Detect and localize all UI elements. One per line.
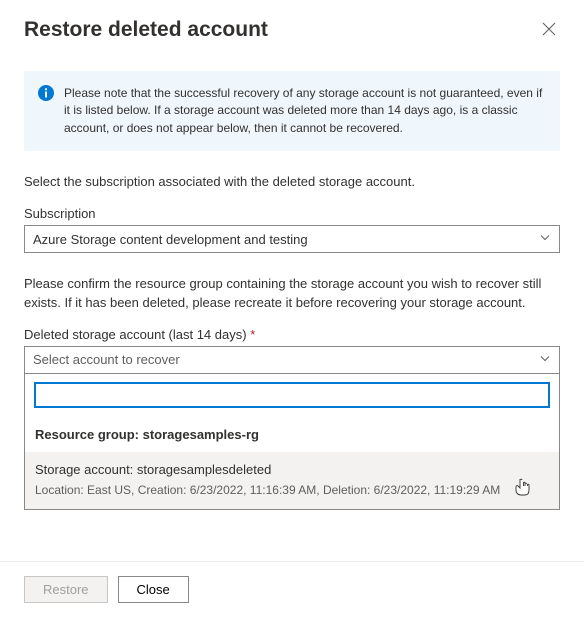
subscription-value: Azure Storage content development and te…	[33, 232, 308, 247]
restore-button: Restore	[24, 576, 108, 603]
deleted-account-select[interactable]: Select account to recover	[24, 346, 560, 374]
option-subtitle: Location: East US, Creation: 6/23/2022, …	[35, 483, 549, 497]
deleted-account-dropdown: Resource group: storagesamples-rg Storag…	[24, 373, 560, 510]
subscription-label: Subscription	[24, 206, 560, 221]
pointer-cursor-icon	[515, 478, 531, 499]
dropdown-group-header: Resource group: storagesamples-rg	[25, 417, 559, 452]
info-icon	[38, 85, 54, 101]
dropdown-search-input[interactable]	[34, 382, 550, 408]
dropdown-option[interactable]: Storage account: storagesamplesdeleted L…	[25, 452, 559, 509]
chevron-down-icon	[539, 352, 551, 367]
required-indicator: *	[250, 327, 255, 342]
footer: Restore Close	[0, 561, 584, 617]
chevron-down-icon	[539, 232, 551, 247]
close-button[interactable]: Close	[118, 576, 189, 603]
subscription-select[interactable]: Azure Storage content development and te…	[24, 225, 560, 253]
info-banner: Please note that the successful recovery…	[24, 71, 560, 151]
deleted-placeholder: Select account to recover	[33, 352, 180, 367]
subscription-intro: Select the subscription associated with …	[24, 173, 560, 192]
page-title: Restore deleted account	[24, 18, 268, 42]
x-icon	[542, 22, 556, 36]
option-title: Storage account: storagesamplesdeleted	[35, 462, 549, 477]
deleted-intro: Please confirm the resource group contai…	[24, 275, 560, 313]
info-text: Please note that the successful recovery…	[64, 86, 542, 135]
deleted-label: Deleted storage account (last 14 days) *	[24, 327, 560, 342]
close-icon[interactable]	[538, 18, 560, 43]
